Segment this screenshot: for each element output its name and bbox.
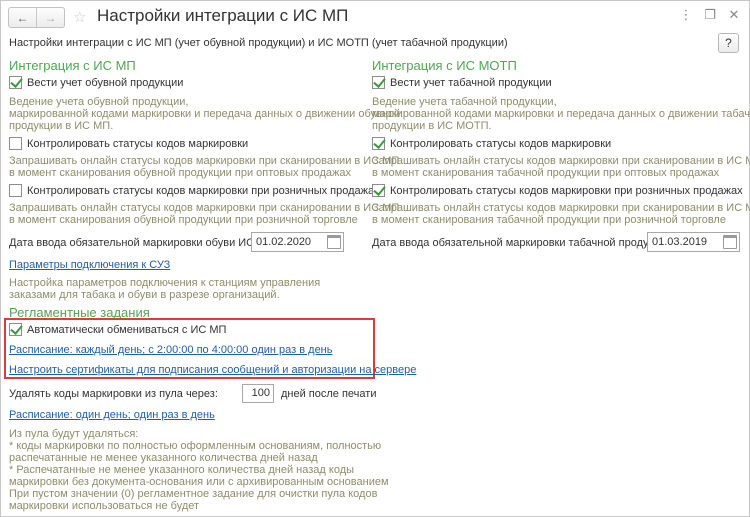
checkbox-row-tobacco-control-retail[interactable]: Контролировать статусы кодов маркировки … bbox=[372, 184, 743, 197]
calendar-icon[interactable] bbox=[723, 235, 737, 249]
shoes-control-status-hint: Запрашивать онлайн статусы кодов маркиро… bbox=[9, 155, 400, 179]
tobacco-control-retail-label: Контролировать статусы кодов маркировки … bbox=[390, 184, 743, 197]
shoes-control-retail-checkbox[interactable] bbox=[9, 184, 22, 197]
checkbox-row-shoes-control-retail[interactable]: Контролировать статусы кодов маркировки … bbox=[9, 184, 380, 197]
section-heading-is-mp: Интеграция с ИС МП bbox=[9, 58, 136, 73]
close-icon[interactable]: ✕ bbox=[727, 7, 741, 23]
favorite-star-icon[interactable]: ☆ bbox=[73, 8, 86, 26]
shoes-records-label: Вести учет обувной продукции bbox=[27, 76, 184, 89]
window-title: Настройки интеграции с ИС МП bbox=[97, 6, 349, 25]
shoes-date-label: Дата ввода обязательной маркировки обуви… bbox=[9, 237, 278, 249]
tobacco-date-input[interactable]: 01.03.2019 bbox=[647, 232, 740, 252]
checkbox-row-shoes-records[interactable]: Вести учет обувной продукции bbox=[9, 76, 183, 89]
tobacco-date-value: 01.03.2019 bbox=[652, 236, 708, 248]
tobacco-control-status-label: Контролировать статусы кодов маркировки bbox=[390, 137, 612, 150]
pool-cleanup-hint: Из пула будут удаляться: * коды маркиров… bbox=[9, 428, 389, 512]
delete-days-input[interactable]: 100 bbox=[242, 384, 274, 403]
shoes-date-value: 01.02.2020 bbox=[256, 236, 312, 248]
shoes-control-retail-label: Контролировать статусы кодов маркировки … bbox=[27, 184, 380, 197]
shoes-control-retail-hint: Запрашивать онлайн статусы кодов маркиро… bbox=[9, 202, 400, 226]
window-controls: ⋮ ❐ ✕ bbox=[679, 7, 741, 23]
suz-hint: Настройка параметров подключения к станц… bbox=[9, 277, 321, 301]
navigation-buttons: ← → bbox=[8, 7, 65, 28]
checkbox-row-tobacco-records[interactable]: Вести учет табачной продукции bbox=[372, 76, 552, 89]
tobacco-control-status-hint: Запрашивать онлайн статусы кодов маркиро… bbox=[372, 155, 750, 179]
page-subtitle: Настройки интеграции с ИС МП (учет обувн… bbox=[9, 37, 508, 49]
auto-exchange-label: Автоматически обмениваться с ИС МП bbox=[27, 323, 227, 336]
calendar-icon[interactable] bbox=[327, 235, 341, 249]
tobacco-control-retail-hint: Запрашивать онлайн статусы кодов маркиро… bbox=[372, 202, 750, 226]
tobacco-records-label: Вести учет табачной продукции bbox=[390, 76, 552, 89]
settings-window: ← → ☆ Настройки интеграции с ИС МП ⋮ ❐ ✕… bbox=[0, 0, 750, 517]
pool-schedule-link[interactable]: Расписание: один день; один раз в день bbox=[9, 409, 215, 421]
shoes-records-hint: Ведение учета обувной продукции, маркиро… bbox=[9, 96, 401, 132]
help-button[interactable]: ? bbox=[718, 33, 739, 53]
shoes-control-status-checkbox[interactable] bbox=[9, 137, 22, 150]
tobacco-control-retail-checkbox[interactable] bbox=[372, 184, 385, 197]
checkbox-row-tobacco-control-status[interactable]: Контролировать статусы кодов маркировки bbox=[372, 137, 611, 150]
delete-codes-label: Удалять коды маркировки из пула через: bbox=[9, 388, 218, 400]
restore-icon[interactable]: ❐ bbox=[703, 7, 717, 23]
tobacco-date-label: Дата ввода обязательной маркировки табач… bbox=[372, 237, 675, 249]
suz-connection-link[interactable]: Параметры подключения к СУЗ bbox=[9, 259, 170, 271]
auto-exchange-checkbox[interactable] bbox=[9, 323, 22, 336]
tobacco-records-checkbox[interactable] bbox=[372, 76, 385, 89]
more-menu-icon[interactable]: ⋮ bbox=[679, 7, 693, 23]
certificates-settings-link[interactable]: Настроить сертификаты для подписания соо… bbox=[9, 364, 416, 376]
back-icon[interactable]: ← bbox=[9, 8, 37, 27]
shoes-control-status-label: Контролировать статусы кодов маркировки bbox=[27, 137, 249, 150]
section-heading-is-motp: Интеграция с ИС МОТП bbox=[372, 58, 517, 73]
shoes-records-checkbox[interactable] bbox=[9, 76, 22, 89]
checkbox-row-auto-exchange[interactable]: Автоматически обмениваться с ИС МП bbox=[9, 323, 226, 336]
tobacco-control-status-checkbox[interactable] bbox=[372, 137, 385, 150]
delete-days-suffix: дней после печати bbox=[281, 388, 377, 400]
shoes-date-input[interactable]: 01.02.2020 bbox=[251, 232, 344, 252]
checkbox-row-shoes-control-status[interactable]: Контролировать статусы кодов маркировки bbox=[9, 137, 248, 150]
exchange-schedule-link[interactable]: Расписание: каждый день; с 2:00:00 по 4:… bbox=[9, 344, 333, 356]
forward-icon[interactable]: → bbox=[37, 8, 64, 27]
tobacco-records-hint: Ведение учета табачной продукции, маркир… bbox=[372, 96, 750, 132]
